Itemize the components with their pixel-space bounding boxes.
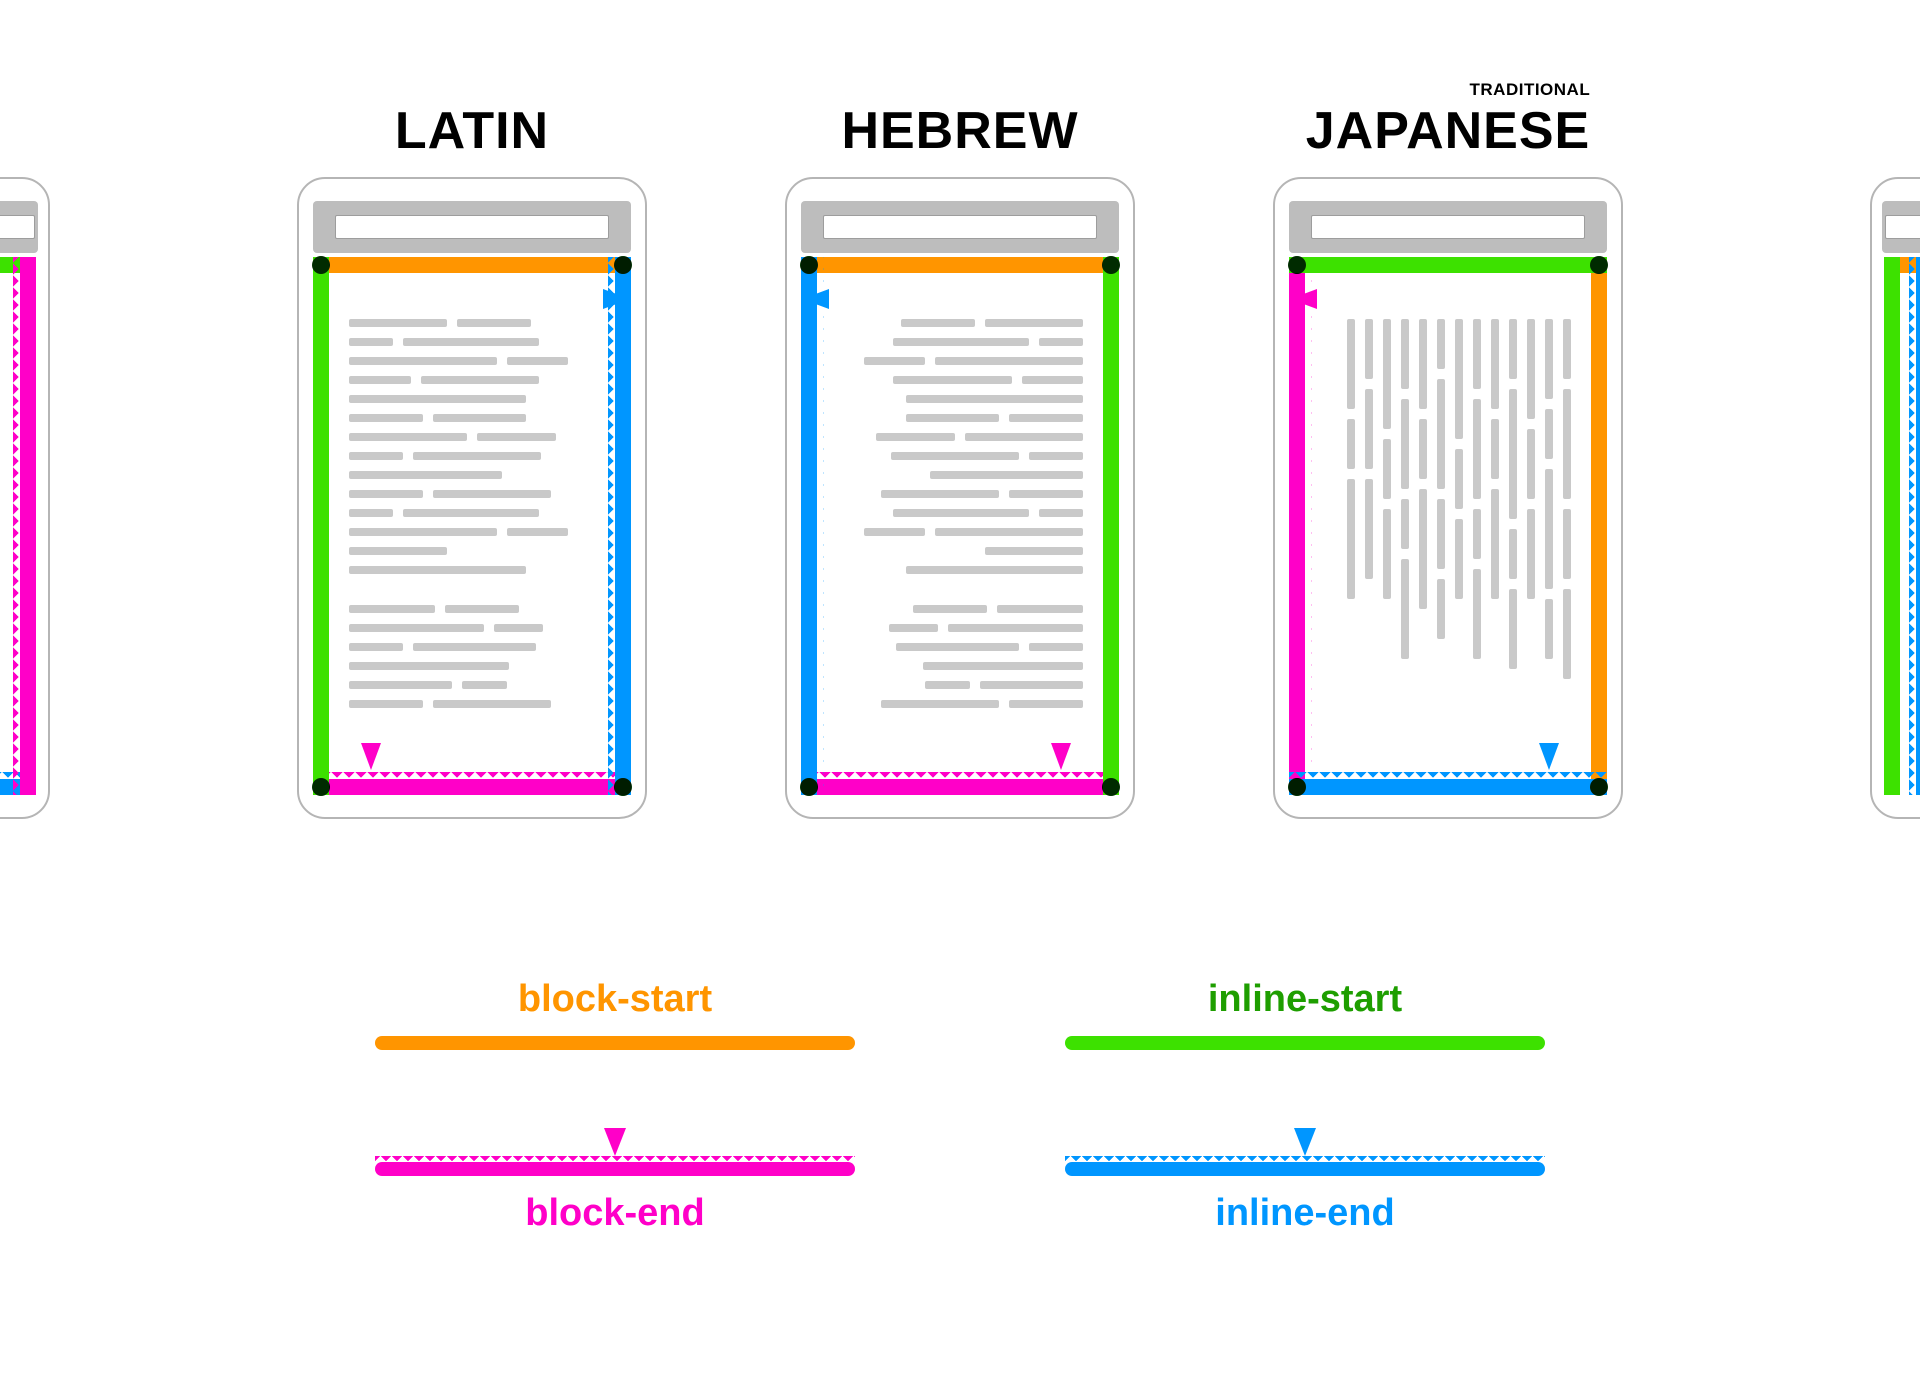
block-start-edge bbox=[1591, 257, 1607, 795]
url-bar bbox=[335, 215, 608, 239]
url-bar bbox=[1311, 215, 1584, 239]
url-bar bbox=[823, 215, 1096, 239]
phone-latin bbox=[297, 177, 647, 819]
heading-japanese-label: JAPANESE bbox=[1306, 102, 1590, 160]
heading-japanese-super: TRADITIONAL bbox=[1470, 81, 1591, 98]
block-start-edge bbox=[801, 257, 1119, 273]
phones-row: LATIN bbox=[0, 105, 1920, 819]
legend-inline-arrow bbox=[1293, 1048, 1317, 1158]
heading-japanese: TRADITIONAL JAPANESE bbox=[1306, 105, 1590, 157]
hebrew-column: HEBREW bbox=[785, 105, 1135, 819]
legend-block-start-label: block-start bbox=[518, 980, 712, 1018]
inline-end-edge bbox=[615, 257, 631, 795]
legend-block-end-label: block-end bbox=[525, 1194, 704, 1232]
phone-statusbar bbox=[801, 201, 1119, 253]
legend-inline-end-label: inline-end bbox=[1215, 1194, 1394, 1232]
block-end-edge bbox=[1289, 257, 1305, 795]
block-flow-arrow bbox=[1285, 287, 1585, 311]
text-placeholder-latin bbox=[349, 319, 595, 757]
inline-end-edge bbox=[801, 257, 817, 795]
legend-inline: inline-start inline-end bbox=[1065, 980, 1545, 1232]
text-placeholder-hebrew bbox=[837, 319, 1083, 757]
inline-flow-arrow bbox=[335, 287, 635, 311]
legend-block: block-start block-end bbox=[375, 980, 855, 1232]
inline-start-edge bbox=[1103, 257, 1119, 795]
block-start-edge bbox=[313, 257, 631, 273]
legend: block-start block-end inline-start inlin… bbox=[0, 980, 1920, 1232]
heading-hebrew: HEBREW bbox=[841, 105, 1078, 157]
block-end-edge bbox=[313, 779, 631, 795]
phone-hebrew bbox=[785, 177, 1135, 819]
latin-column: LATIN bbox=[297, 105, 647, 819]
text-placeholder-japanese bbox=[1325, 319, 1571, 819]
phone-japanese bbox=[1273, 177, 1623, 819]
legend-inline-start-label: inline-start bbox=[1208, 980, 1402, 1018]
japanese-column: TRADITIONAL JAPANESE bbox=[1273, 105, 1623, 819]
inline-start-edge bbox=[1289, 257, 1607, 273]
inline-start-edge bbox=[313, 257, 329, 795]
heading-latin: LATIN bbox=[395, 105, 549, 157]
phone-statusbar bbox=[1289, 201, 1607, 253]
phone-statusbar bbox=[313, 201, 631, 253]
legend-block-end-bar bbox=[375, 1162, 855, 1176]
block-end-edge bbox=[801, 779, 1119, 795]
legend-inline-end-bar bbox=[1065, 1162, 1545, 1176]
legend-block-arrow bbox=[603, 1048, 627, 1158]
inline-flow-arrow bbox=[797, 287, 1097, 311]
